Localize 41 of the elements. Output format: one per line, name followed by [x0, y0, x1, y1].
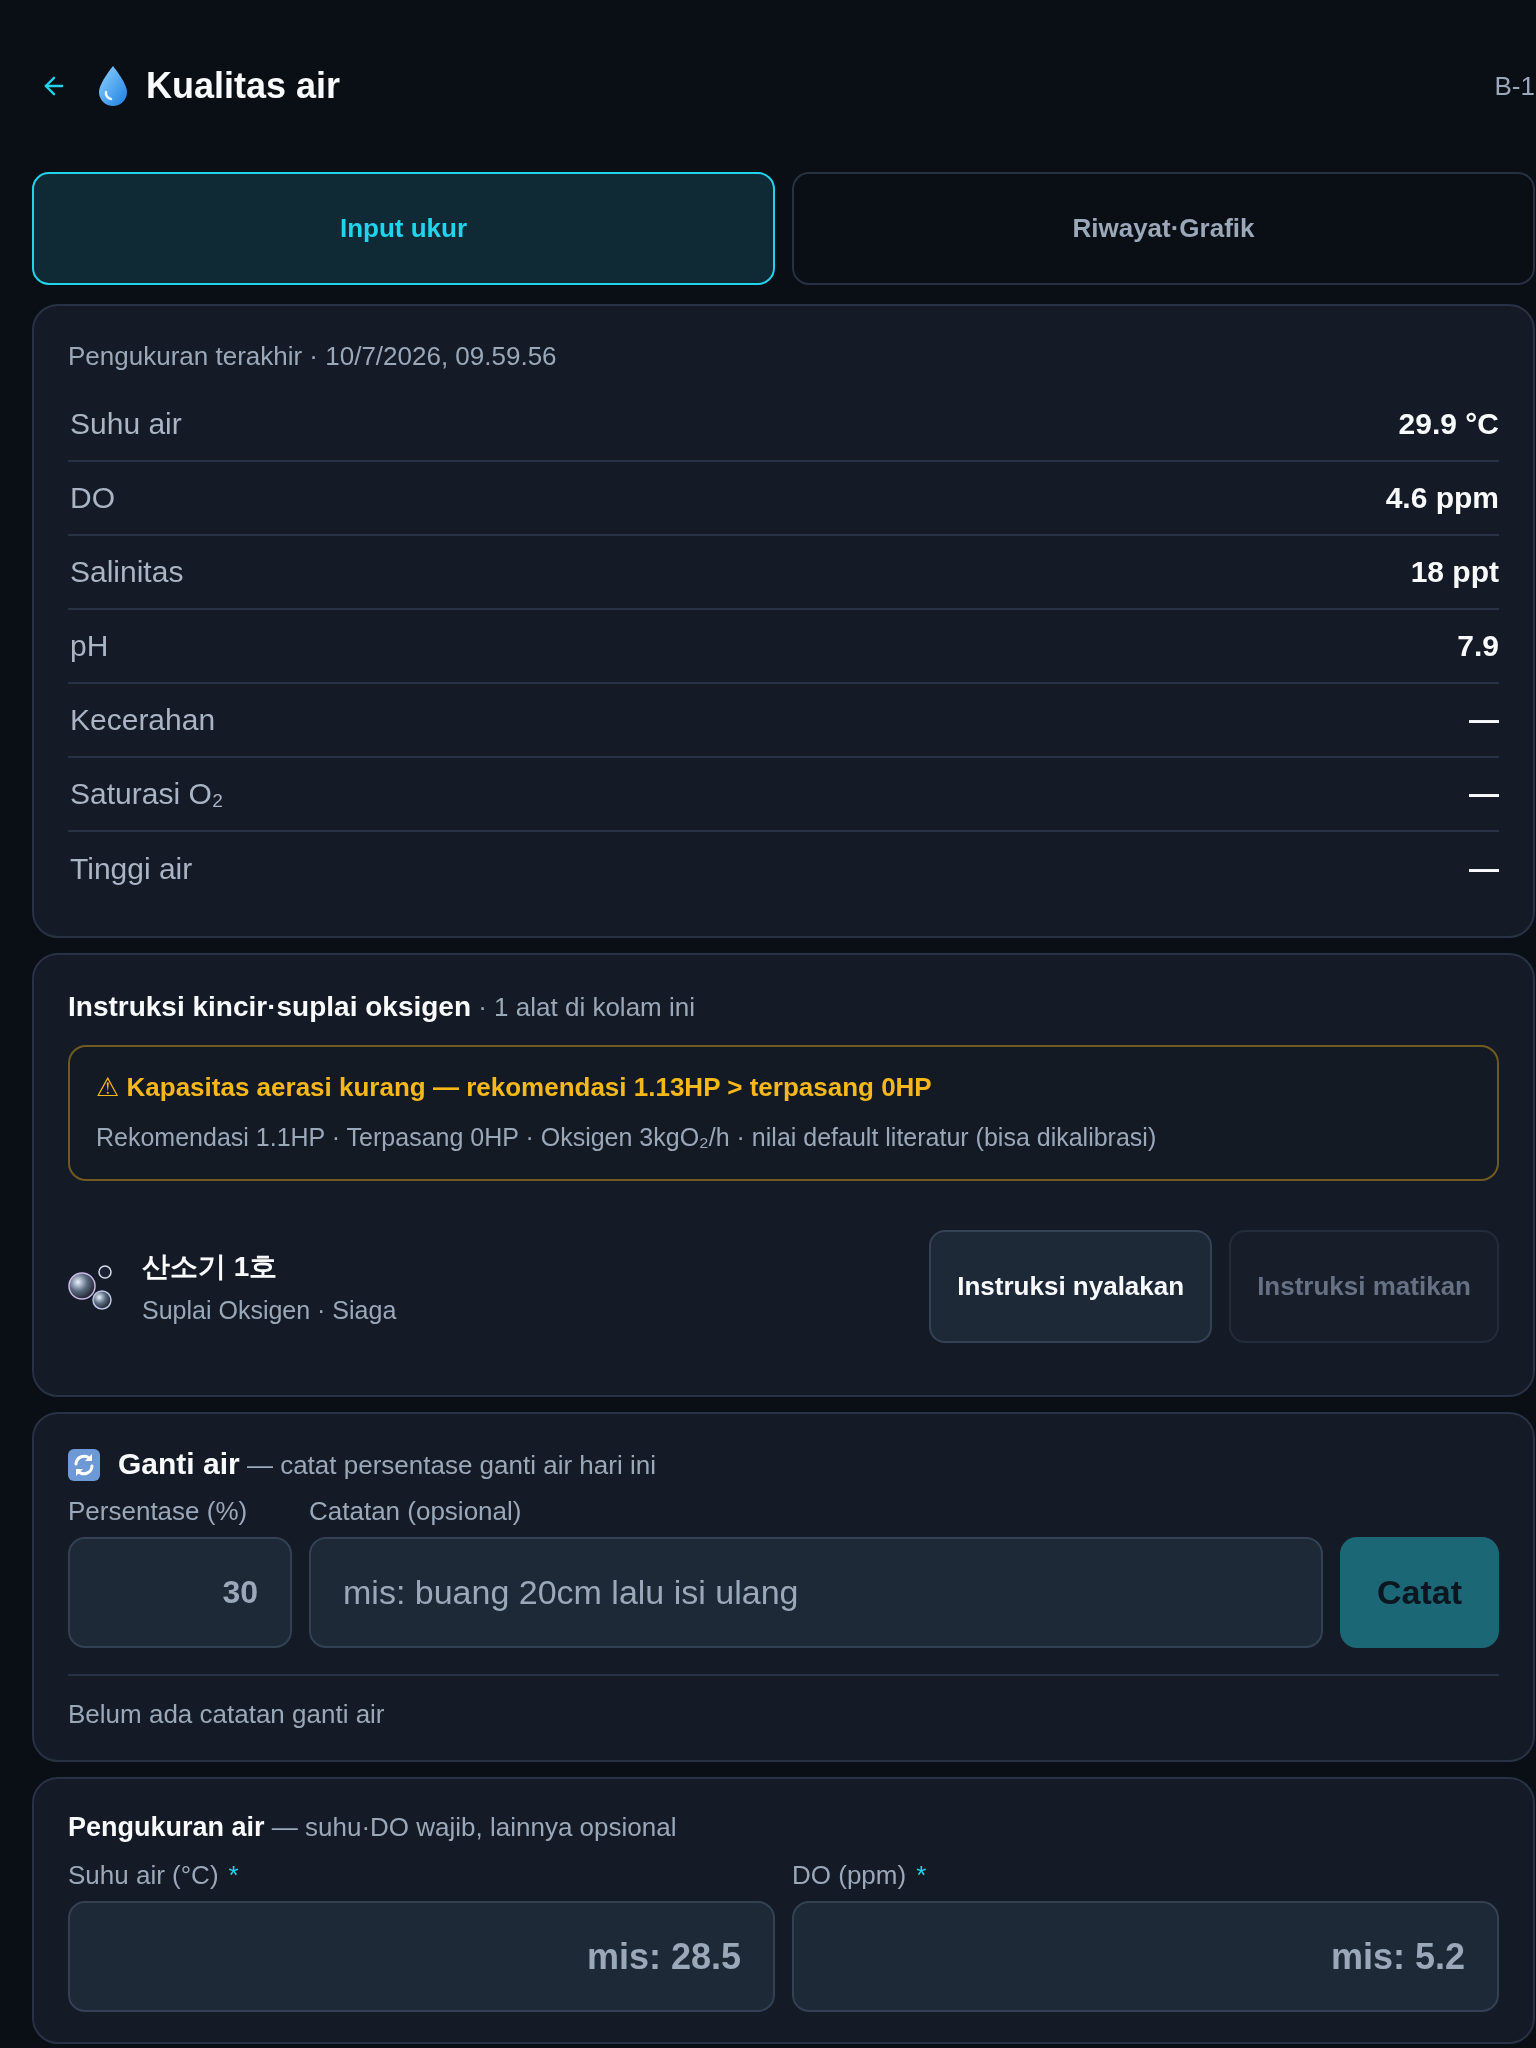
- parameter-value: 4.6 ppm: [1385, 481, 1499, 515]
- section-title: Ganti air — catat persentase ganti air hari ini: [118, 1446, 656, 1482]
- page-title: Kualitas air: [146, 65, 341, 107]
- required-mark: *: [228, 1859, 239, 1891]
- parameter-value: 18 ppt: [1410, 555, 1499, 589]
- parameter-label: DO: [69, 481, 115, 515]
- parameter-value: 7.9: [1457, 629, 1499, 663]
- percent-input[interactable]: 30: [68, 1537, 292, 1648]
- parameter-label: Saturasi O₂: [69, 777, 224, 811]
- field-label: Suhu air (°C): [68, 1859, 219, 1891]
- field-label: Catatan (opsional): [309, 1495, 523, 1527]
- tab[interactable]: Riwayat·Grafik: [792, 172, 1535, 285]
- device-status: Suplai Oksigen · Siaga: [142, 1296, 398, 1325]
- parameter-label: Kecerahan: [69, 703, 216, 737]
- parameter-label: Suhu air: [69, 407, 182, 441]
- note-input[interactable]: mis: buang 20cm lalu isi ulang: [309, 1537, 1323, 1648]
- parameter-label: pH: [69, 629, 109, 663]
- device-name: 산소기 1호: [142, 1250, 279, 1284]
- parameter-value: —: [1469, 852, 1499, 886]
- parameter-label: Tinggi air: [69, 852, 193, 886]
- measurement-input[interactable]: mis: 5.2: [792, 1901, 1499, 2012]
- parameter-value: —: [1469, 703, 1499, 737]
- empty-history-note: Belum ada catatan ganti air: [68, 1698, 386, 1730]
- section-title: Pengukuran air — suhu·DO wajib, lainnya opsional: [68, 1811, 678, 1844]
- measurement-caption: Pengukuran terakhir · 10/7/2026, 09.59.56: [68, 340, 558, 372]
- measurement-input[interactable]: mis: 28.5: [68, 1901, 775, 2012]
- pond-code: B-1: [1494, 70, 1535, 102]
- parameter-label: Salinitas: [69, 555, 184, 589]
- warning-title: ⚠ Kapasitas aerasi kurang — rekomendasi 1.13HP > terpasang 0HP: [96, 1071, 933, 1103]
- section-title: Instruksi kincir·suplai oksigen · 1 alat di kolam ini: [68, 990, 696, 1024]
- required-mark: *: [916, 1859, 927, 1891]
- parameter-value: 29.9 °C: [1398, 407, 1499, 441]
- warning-detail: Rekomendasi 1.1HP · Terpasang 0HP · Oksigen 3kgO₂/h · nilai default literatur (bisa dikalibrasi): [96, 1122, 1158, 1153]
- refresh-icon: [68, 1448, 100, 1481]
- instruction-button[interactable]: Instruksi nyalakan: [929, 1230, 1213, 1343]
- parameter-value: —: [1469, 777, 1499, 811]
- field-label: DO (ppm): [792, 1859, 907, 1891]
- water-drop-icon: [98, 66, 128, 106]
- tab[interactable]: Input ukur: [32, 172, 775, 285]
- field-label: Persentase (%): [68, 1495, 249, 1527]
- bubbles-icon: [68, 1263, 114, 1310]
